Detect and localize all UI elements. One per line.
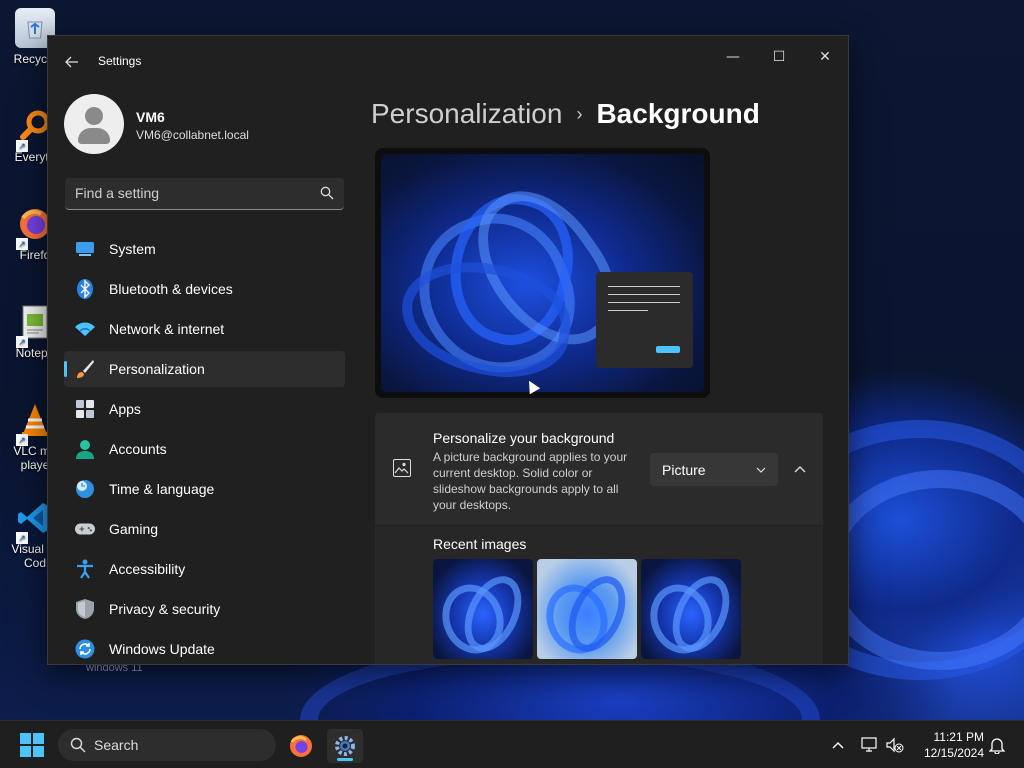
start-button[interactable] — [20, 733, 44, 757]
taskbar: Search 11:21 PM 12/15/2024 — [0, 720, 1024, 768]
personalization-brush-icon — [75, 359, 95, 379]
taskbar-search-label: Search — [94, 737, 139, 753]
sidebar-item-apps[interactable]: Apps — [64, 391, 345, 427]
preview-window-mock — [596, 272, 693, 368]
sidebar-item-personalization[interactable]: Personalization — [64, 351, 345, 387]
search-icon — [70, 737, 86, 753]
background-type-dropdown[interactable]: Picture — [650, 453, 778, 486]
recent-image-thumbnail[interactable] — [433, 559, 533, 659]
sidebar-item-label: Personalization — [109, 361, 205, 377]
find-setting-box[interactable] — [65, 178, 344, 210]
apps-icon — [75, 399, 95, 419]
firefox-icon — [290, 735, 312, 757]
settings-window: Settings — ☐ ✕ VM6 VM6@collabnet.local S… — [47, 35, 849, 665]
nav-list: System Bluetooth & devices Network & int… — [64, 231, 345, 664]
shortcut-arrow-icon: ↗ — [16, 140, 28, 152]
sidebar-item-label: Time & language — [109, 481, 215, 497]
preview-screen — [381, 154, 704, 392]
breadcrumb-parent[interactable]: Personalization — [371, 98, 562, 130]
breadcrumb-separator: › — [576, 103, 583, 124]
sidebar-item-time-language[interactable]: Time & language — [64, 471, 345, 507]
shortcut-arrow-icon: ↗ — [16, 238, 28, 250]
avatar[interactable] — [64, 94, 124, 154]
preview-button-mock — [656, 346, 680, 353]
shortcut-arrow-icon: ↗ — [16, 336, 28, 348]
sidebar-item-accounts[interactable]: Accounts — [64, 431, 345, 467]
sidebar-item-label: Apps — [109, 401, 141, 417]
sidebar-item-label: Accounts — [109, 441, 167, 457]
sidebar-item-privacy-security[interactable]: Privacy & security — [64, 591, 345, 627]
sidebar-item-accessibility[interactable]: Accessibility — [64, 551, 345, 587]
windows-update-icon — [75, 639, 95, 659]
card-title: Personalize your background — [433, 430, 615, 446]
collapse-button[interactable] — [789, 458, 811, 480]
shortcut-arrow-icon: ↗ — [16, 532, 28, 544]
sidebar-item-gaming[interactable]: Gaming — [64, 511, 345, 547]
shortcut-arrow-icon: ↗ — [16, 434, 28, 446]
picture-icon — [393, 459, 411, 477]
show-hidden-icons-button[interactable] — [828, 735, 848, 755]
close-button[interactable]: ✕ — [802, 42, 848, 72]
shield-icon — [75, 599, 95, 619]
gaming-icon — [75, 519, 95, 539]
clock-time: 11:21 PM — [933, 730, 984, 744]
clock-date: 12/15/2024 — [923, 746, 984, 760]
chevron-up-icon — [832, 742, 844, 749]
page-title: Background — [596, 98, 760, 129]
chevron-down-icon — [756, 467, 766, 473]
taskbar-settings[interactable] — [327, 729, 363, 763]
title-bar[interactable]: Settings — ☐ ✕ — [48, 36, 848, 84]
recent-images-title: Recent images — [433, 536, 527, 552]
volume-button[interactable] — [885, 735, 905, 755]
sidebar-item-label: System — [109, 241, 156, 257]
user-name: VM6 — [136, 109, 165, 125]
avatar-head-shape — [85, 107, 103, 125]
minimize-button[interactable]: — — [710, 42, 756, 72]
back-button[interactable] — [60, 50, 84, 74]
system-icon — [75, 239, 95, 259]
search-icon[interactable] — [320, 186, 334, 200]
sidebar-item-system[interactable]: System — [64, 231, 345, 267]
bluetooth-icon — [75, 279, 95, 299]
dropdown-value: Picture — [662, 461, 706, 478]
search-input[interactable] — [75, 185, 305, 201]
breadcrumb: Personalization › Background — [371, 94, 760, 134]
user-email: VM6@collabnet.local — [136, 128, 249, 142]
speaker-muted-icon — [886, 737, 904, 753]
network-status-button[interactable] — [860, 735, 880, 755]
accounts-icon — [75, 439, 95, 459]
taskbar-clock[interactable]: 11:21 PM 12/15/2024 — [914, 729, 984, 761]
card-description: A picture background applies to your cur… — [433, 450, 628, 512]
app-title: Settings — [98, 54, 142, 68]
sidebar-item-network[interactable]: Network & internet — [64, 311, 345, 347]
sidebar-item-label: Gaming — [109, 521, 159, 537]
notifications-button[interactable] — [987, 735, 1007, 755]
sidebar-item-windows-update[interactable]: Windows Update — [64, 631, 345, 664]
sidebar-item-label: Accessibility — [109, 561, 186, 577]
personalize-background-card: Personalize your background A picture ba… — [375, 413, 823, 525]
sidebar-item-label: Bluetooth & devices — [109, 281, 233, 297]
monitor-network-icon — [861, 737, 877, 752]
taskbar-search[interactable]: Search — [58, 729, 276, 761]
maximize-button[interactable]: ☐ — [756, 42, 802, 72]
time-language-icon — [75, 479, 95, 499]
background-expanded-panel: Recent images — [375, 526, 823, 664]
sidebar-item-label: Privacy & security — [109, 601, 221, 617]
recent-image-thumbnail[interactable] — [641, 559, 741, 659]
avatar-body-shape — [78, 128, 110, 144]
desktop-preview — [375, 148, 710, 398]
active-indicator — [337, 758, 353, 761]
network-icon — [75, 319, 95, 339]
windows-logo-icon — [20, 733, 31, 744]
arrow-left-icon — [65, 56, 78, 68]
bell-icon — [989, 738, 1005, 754]
sidebar-item-label: Network & internet — [109, 321, 225, 337]
taskbar-firefox[interactable] — [283, 729, 319, 763]
sidebar-item-label: Windows Update — [109, 641, 215, 657]
gear-icon — [335, 736, 355, 756]
sidebar-item-bluetooth[interactable]: Bluetooth & devices — [64, 271, 345, 307]
accessibility-icon — [75, 559, 95, 579]
recent-image-thumbnail[interactable] — [537, 559, 637, 659]
chevron-up-icon — [794, 466, 806, 473]
